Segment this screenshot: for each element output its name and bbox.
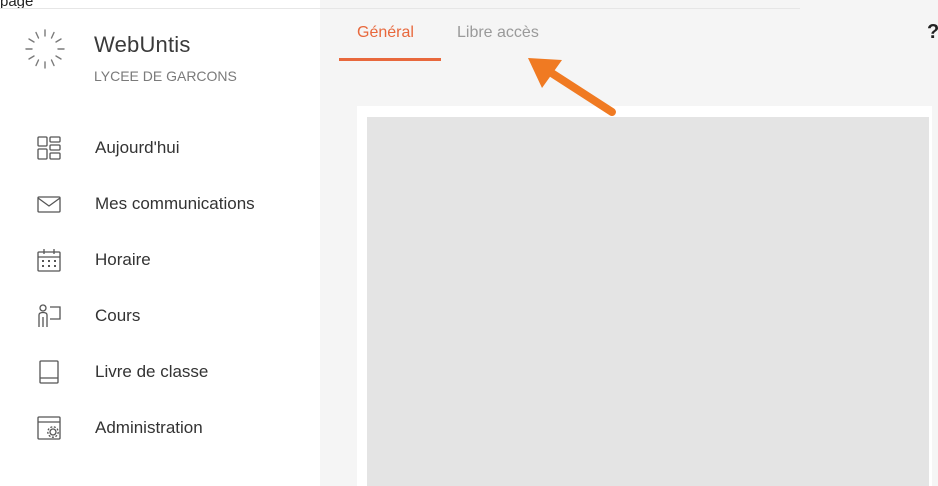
sidebar-item-label: Mes communications xyxy=(95,194,255,213)
book-icon xyxy=(39,360,59,384)
sidebar-item-horaire[interactable]: Horaire xyxy=(0,232,320,288)
envelope-icon xyxy=(37,196,61,213)
main-content: Général Libre accès ? xyxy=(320,0,938,486)
person-board-icon xyxy=(38,304,61,327)
sidebar-item-mes-communications[interactable]: Mes communications xyxy=(0,176,320,232)
sidebar-nav: Aujourd'hui Mes communications Horaire C… xyxy=(0,120,320,456)
sidebar-item-label: Cours xyxy=(95,306,141,325)
top-divider xyxy=(0,8,320,9)
sidebar-item-livre-de-classe[interactable]: Livre de classe xyxy=(0,344,320,400)
calendar-icon xyxy=(37,249,61,272)
tab-libre-acces[interactable]: Libre accès xyxy=(457,24,539,42)
content-panel xyxy=(357,106,932,486)
dashboard-grid-icon xyxy=(37,136,61,160)
school-name: LYCEE DE GARCONS xyxy=(94,68,237,84)
admin-settings-icon xyxy=(37,416,61,440)
content-placeholder xyxy=(367,117,929,486)
help-button[interactable]: ? xyxy=(927,21,938,44)
sidebar-item-label: Livre de classe xyxy=(95,362,209,381)
tab-bar: Général Libre accès ? xyxy=(320,0,938,62)
sidebar-item-label: Horaire xyxy=(95,250,151,269)
tab-general[interactable]: Général xyxy=(357,24,414,42)
sidebar-item-aujourdhui[interactable]: Aujourd'hui xyxy=(0,120,320,176)
sidebar-item-label: Administration xyxy=(95,418,203,437)
app-window: page WebUntis LYCEE DE GARCONS Aujourd'h… xyxy=(0,0,938,486)
brand-name: WebUntis xyxy=(94,32,191,57)
sidebar-item-label: Aujourd'hui xyxy=(95,138,180,157)
sunburst-logo-icon xyxy=(25,29,65,69)
active-tab-indicator xyxy=(339,58,441,61)
sidebar: page WebUntis LYCEE DE GARCONS Aujourd'h… xyxy=(0,0,320,486)
sidebar-item-administration[interactable]: Administration xyxy=(0,400,320,456)
sidebar-item-cours[interactable]: Cours xyxy=(0,288,320,344)
